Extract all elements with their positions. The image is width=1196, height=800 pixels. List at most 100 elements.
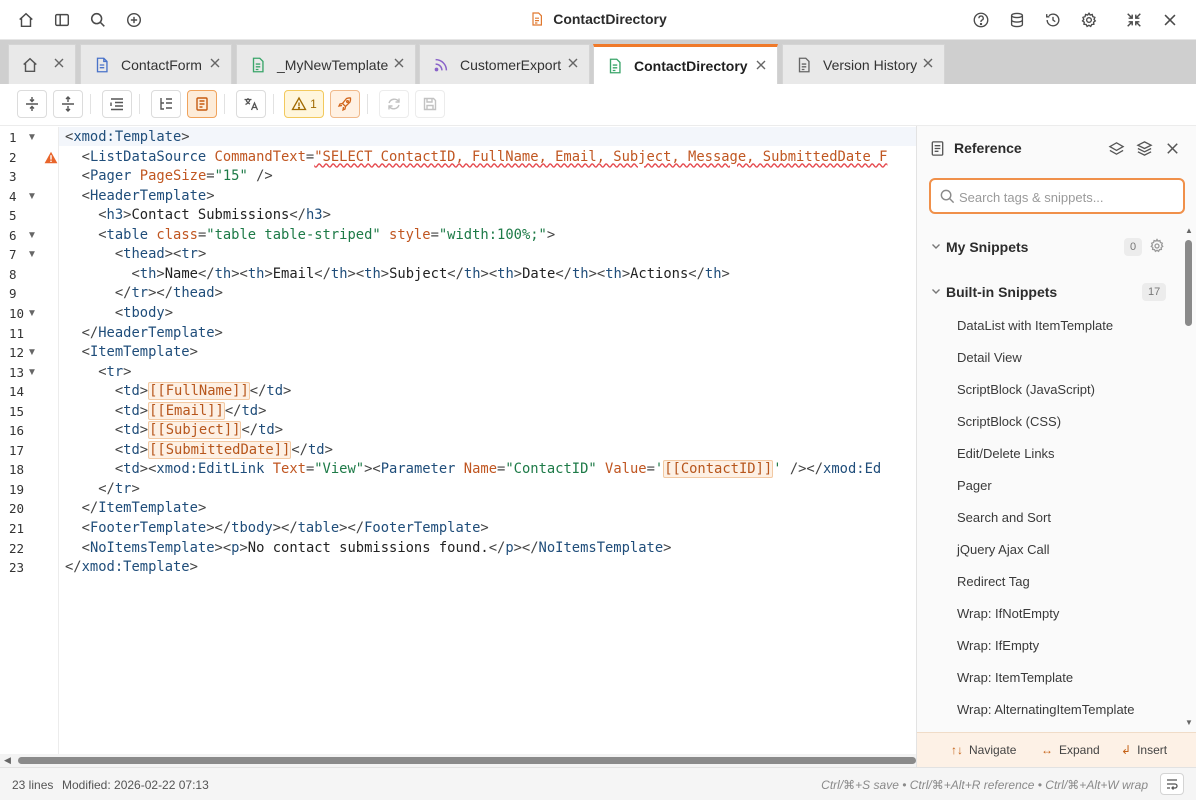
code-line[interactable]: </tr>	[65, 480, 140, 499]
close-icon[interactable]	[51, 55, 67, 71]
help-icon[interactable]	[969, 8, 993, 32]
code-editor[interactable]: 1 ▼ 2 3 4 ▼ 5 6 ▼ 7 ▼ 8 9 10 ▼ 11 12 ▼ 13 ▼ 14 15 16 17 18 19 20 21…	[0, 127, 916, 754]
settings-icon[interactable]	[1077, 8, 1101, 32]
scroll-left-icon[interactable]: ◀	[4, 755, 11, 766]
code-line[interactable]: <table class = "table table-striped" style…	[65, 226, 555, 245]
tab-contactdirectory[interactable]: ContactDirectory	[593, 44, 778, 84]
code-line[interactable]: <xmod:Template>	[65, 128, 190, 147]
tab-contactform[interactable]: ContactForm	[80, 44, 232, 84]
word-wrap-button[interactable]	[1160, 773, 1184, 795]
code-line[interactable]: </tr></thead>	[65, 284, 223, 303]
outline-button[interactable]	[151, 90, 181, 118]
close-icon[interactable]	[753, 57, 769, 73]
scroll-up-icon[interactable]: ▲	[1185, 226, 1193, 235]
snippet-item[interactable]: Search and Sort	[957, 510, 1051, 525]
layers-expand-icon[interactable]	[1134, 138, 1154, 158]
deploy-button[interactable]	[330, 90, 360, 118]
my-snippets-section[interactable]: My Snippets 0	[917, 233, 1181, 261]
snippet-item[interactable]: Wrap: IfNotEmpty	[957, 606, 1059, 621]
tab-mynewtemplate[interactable]: _MyNewTemplate	[236, 44, 416, 84]
snippet-item[interactable]: ScriptBlock (JavaScript)	[957, 382, 1095, 397]
save-button[interactable]	[415, 90, 445, 118]
code-line[interactable]: <FooterTemplate></tbody></table></Footer…	[65, 519, 489, 538]
tab-version-history[interactable]: Version History	[782, 44, 945, 84]
reference-panel-button[interactable]	[187, 90, 217, 118]
snippet-item[interactable]: Detail View	[957, 350, 1022, 365]
fold-toggle-icon[interactable]: ▼	[27, 308, 37, 319]
snippet-item[interactable]: Pager	[957, 478, 992, 493]
code-line[interactable]: <NoItemsTemplate><p>No contact submissio…	[65, 539, 672, 558]
close-icon[interactable]	[565, 55, 581, 71]
layers-collapse-icon[interactable]	[1106, 138, 1126, 158]
database-icon[interactable]	[1005, 8, 1029, 32]
search-input[interactable]	[959, 186, 1175, 208]
indent-button[interactable]	[102, 90, 132, 118]
snippet-item[interactable]: Wrap: ItemTemplate	[957, 670, 1073, 685]
expand-all-button[interactable]	[53, 90, 83, 118]
snippet-item[interactable]: ScriptBlock (CSS)	[957, 414, 1061, 429]
horizontal-scrollbar[interactable]: ◀	[0, 754, 916, 767]
collapse-icon[interactable]	[1122, 8, 1146, 32]
code-line[interactable]: <Pager PageSize="15" />	[65, 167, 273, 186]
code-line[interactable]: <tr>	[65, 363, 131, 382]
line-number: 16	[9, 423, 25, 439]
gear-icon[interactable]	[1149, 238, 1165, 254]
snippet-search[interactable]	[929, 178, 1185, 214]
status-bar: 23 lines Modified: 2026-02-22 07:13 Ctrl…	[0, 767, 1196, 800]
code-line[interactable]: <td><xmod:EditLink Text="View"><Paramete…	[65, 460, 881, 479]
fold-toggle-icon[interactable]: ▼	[27, 367, 37, 378]
code-line[interactable]: <ItemTemplate>	[65, 343, 198, 362]
code-line[interactable]: <thead><tr>	[65, 245, 206, 264]
code-area[interactable]: <xmod:Template> <ListDataSource CommandT…	[65, 127, 916, 754]
fold-toggle-icon[interactable]: ▼	[27, 230, 37, 241]
fold-toggle-icon[interactable]: ▼	[27, 191, 37, 202]
code-token: </	[249, 383, 267, 400]
code-line[interactable]: <td>[[FullName]]</td>	[65, 382, 291, 401]
code-line[interactable]: <td>[[Subject]]</td>	[65, 421, 283, 440]
code-line[interactable]: </xmod:Template>	[65, 558, 198, 577]
code-line[interactable]: </ItemTemplate>	[65, 499, 207, 518]
builtin-snippets-section[interactable]: Built-in Snippets 17	[917, 278, 1181, 306]
code-line[interactable]: <td>[[SubmittedDate]]</td>	[65, 440, 333, 460]
close-icon[interactable]	[391, 55, 407, 71]
tab-customerexport[interactable]: CustomerExport	[419, 44, 590, 84]
close-panel-icon[interactable]	[1162, 138, 1182, 158]
code-line[interactable]: <td>[[Email]]</td>	[65, 401, 266, 421]
tab-home[interactable]	[8, 44, 76, 84]
fold-toggle-icon[interactable]: ▼	[27, 249, 37, 260]
refresh-button[interactable]	[379, 90, 409, 118]
close-icon[interactable]	[207, 55, 223, 71]
code-line[interactable]: <h3>Contact Submissions</h3>	[65, 206, 331, 225]
scrollbar-thumb[interactable]	[1185, 240, 1192, 326]
history-icon[interactable]	[1041, 8, 1065, 32]
collapse-all-button[interactable]	[17, 90, 47, 118]
code-line[interactable]: <tbody>	[65, 304, 173, 323]
snippet-item[interactable]: Wrap: IfEmpty	[957, 638, 1039, 653]
code-token: <	[98, 226, 107, 243]
warnings-button[interactable]: 1	[284, 90, 324, 118]
reference-scrollbar[interactable]: ▲ ▼	[1183, 226, 1195, 732]
snippet-item[interactable]: Redirect Tag	[957, 574, 1030, 589]
fold-toggle-icon[interactable]: ▼	[27, 132, 37, 143]
code-line[interactable]: <HeaderTemplate>	[65, 187, 215, 206]
code-line[interactable]: <ListDataSource CommandText="SELECT Cont…	[65, 148, 888, 167]
code-line[interactable]: <th>Name</th><th>Email</th><th>Subject</…	[65, 265, 729, 284]
fold-toggle-icon[interactable]: ▼	[27, 347, 37, 358]
close-icon[interactable]	[920, 55, 936, 71]
snippet-item[interactable]: Edit/Delete Links	[957, 446, 1055, 461]
snippet-item[interactable]: Wrap: AlternatingItemTemplate	[957, 702, 1135, 717]
code-token: <	[114, 422, 124, 439]
code-token: >	[324, 441, 333, 458]
code-token: "width:100%;"	[438, 226, 547, 243]
scrollbar-thumb[interactable]	[18, 757, 916, 764]
translate-button[interactable]	[236, 90, 266, 118]
snippet-item[interactable]: DataList with ItemTemplate	[957, 318, 1113, 333]
warning-icon[interactable]	[44, 151, 58, 167]
scroll-down-icon[interactable]: ▼	[1185, 718, 1193, 727]
close-window-icon[interactable]	[1158, 8, 1182, 32]
snippet-item[interactable]: jQuery Ajax Call	[957, 542, 1049, 557]
code-line[interactable]: </HeaderTemplate>	[65, 324, 223, 343]
